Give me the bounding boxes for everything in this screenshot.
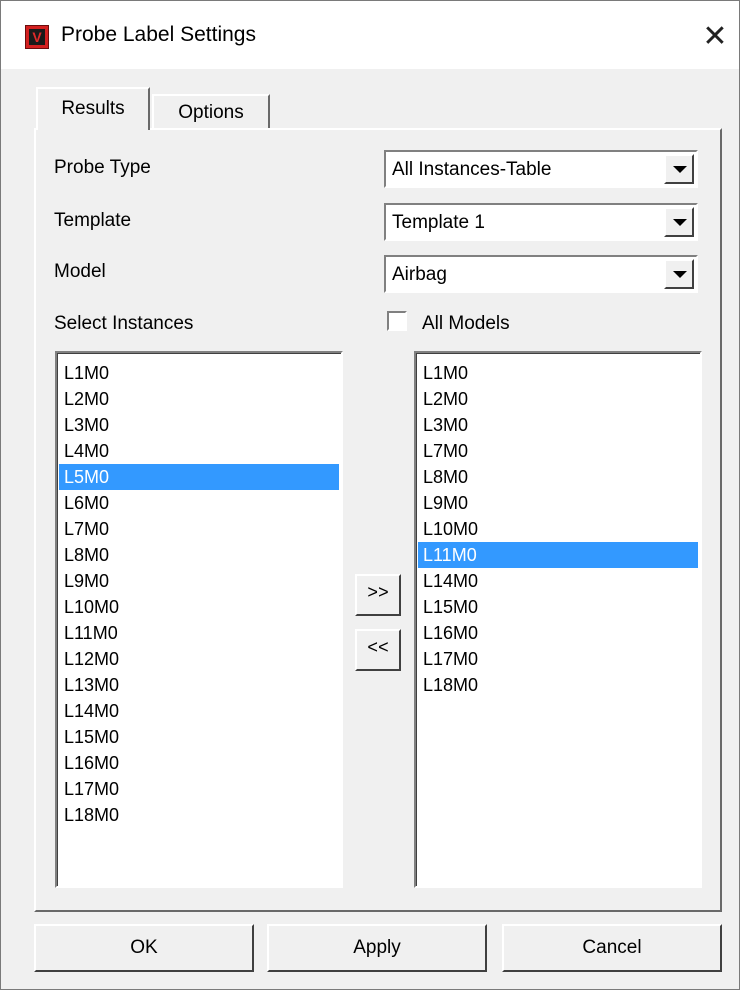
list-item[interactable]: L7M0 bbox=[418, 438, 698, 464]
available-instances-list[interactable]: L1M0 L2M0 L3M0 L4M0 L5M0 L6M0 L7M0 L8M0 L9M0 L10M… bbox=[55, 351, 343, 888]
probe-type-label: Probe Type bbox=[54, 157, 151, 178]
list-item[interactable]: L11M0 bbox=[418, 542, 698, 568]
probe-type-select[interactable]: All Instances-Table bbox=[384, 150, 698, 188]
list-item[interactable]: L7M0 bbox=[59, 516, 339, 542]
list-item[interactable]: L9M0 bbox=[59, 568, 339, 594]
list-item[interactable]: L16M0 bbox=[59, 750, 339, 776]
list-item[interactable]: L18M0 bbox=[418, 672, 698, 698]
dropdown-arrow-icon[interactable] bbox=[664, 259, 694, 289]
list-item[interactable]: L12M0 bbox=[59, 646, 339, 672]
tab-results[interactable]: Results bbox=[36, 87, 150, 130]
list-item[interactable]: L1M0 bbox=[418, 360, 698, 386]
list-item[interactable]: L16M0 bbox=[418, 620, 698, 646]
list-item[interactable]: L10M0 bbox=[59, 594, 339, 620]
model-select[interactable]: Airbag bbox=[384, 255, 698, 293]
model-label: Model bbox=[54, 261, 106, 282]
app-logo-icon: V bbox=[25, 25, 49, 49]
list-item[interactable]: L8M0 bbox=[418, 464, 698, 490]
dropdown-arrow-icon[interactable] bbox=[664, 154, 694, 184]
all-models-label[interactable]: All Models bbox=[422, 313, 510, 335]
list-item[interactable]: L17M0 bbox=[59, 776, 339, 802]
tab-options[interactable]: Options bbox=[152, 94, 270, 128]
available-instances-items: L1M0 L2M0 L3M0 L4M0 L5M0 L6M0 L7M0 L8M0 L9M0 L10M… bbox=[59, 360, 339, 828]
list-item[interactable]: L17M0 bbox=[418, 646, 698, 672]
window-title: Probe Label Settings bbox=[61, 23, 256, 46]
add-instance-button[interactable]: >> bbox=[355, 574, 401, 616]
list-item[interactable]: L1M0 bbox=[59, 360, 339, 386]
selected-instances-list[interactable]: L1M0 L2M0 L3M0 L7M0 L8M0 L9M0 L10M0 L11M0 L14M0 L… bbox=[414, 351, 702, 888]
list-item[interactable]: L14M0 bbox=[59, 698, 339, 724]
ok-button[interactable]: OK bbox=[34, 924, 254, 972]
cancel-button[interactable]: Cancel bbox=[502, 924, 722, 972]
title-bar: V Probe Label Settings ✕ bbox=[1, 1, 739, 69]
template-select[interactable]: Template 1 bbox=[384, 203, 698, 241]
probe-type-value: All Instances-Table bbox=[392, 159, 552, 180]
model-value: Airbag bbox=[392, 264, 447, 285]
list-item[interactable]: L18M0 bbox=[59, 802, 339, 828]
list-item[interactable]: L9M0 bbox=[418, 490, 698, 516]
list-item[interactable]: L11M0 bbox=[59, 620, 339, 646]
dropdown-arrow-icon[interactable] bbox=[664, 207, 694, 237]
list-item[interactable]: L3M0 bbox=[418, 412, 698, 438]
all-models-checkbox[interactable] bbox=[387, 311, 407, 331]
template-label: Template bbox=[54, 210, 132, 231]
list-item[interactable]: L15M0 bbox=[59, 724, 339, 750]
list-item[interactable]: L10M0 bbox=[418, 516, 698, 542]
list-item[interactable]: L13M0 bbox=[59, 672, 339, 698]
template-value: Template 1 bbox=[392, 212, 485, 233]
list-item[interactable]: L6M0 bbox=[59, 490, 339, 516]
list-item[interactable]: L2M0 bbox=[59, 386, 339, 412]
list-item[interactable]: L4M0 bbox=[59, 438, 339, 464]
remove-instance-button[interactable]: << bbox=[355, 629, 401, 671]
list-item[interactable]: L5M0 bbox=[59, 464, 339, 490]
select-instances-label: Select Instances bbox=[54, 313, 194, 334]
list-item[interactable]: L14M0 bbox=[418, 568, 698, 594]
list-item[interactable]: L2M0 bbox=[418, 386, 698, 412]
close-icon[interactable]: ✕ bbox=[693, 15, 737, 59]
selected-instances-items: L1M0 L2M0 L3M0 L7M0 L8M0 L9M0 L10M0 L11M0 L14M0 L… bbox=[418, 360, 698, 698]
list-item[interactable]: L3M0 bbox=[59, 412, 339, 438]
apply-button[interactable]: Apply bbox=[267, 924, 487, 972]
list-item[interactable]: L15M0 bbox=[418, 594, 698, 620]
list-item[interactable]: L8M0 bbox=[59, 542, 339, 568]
